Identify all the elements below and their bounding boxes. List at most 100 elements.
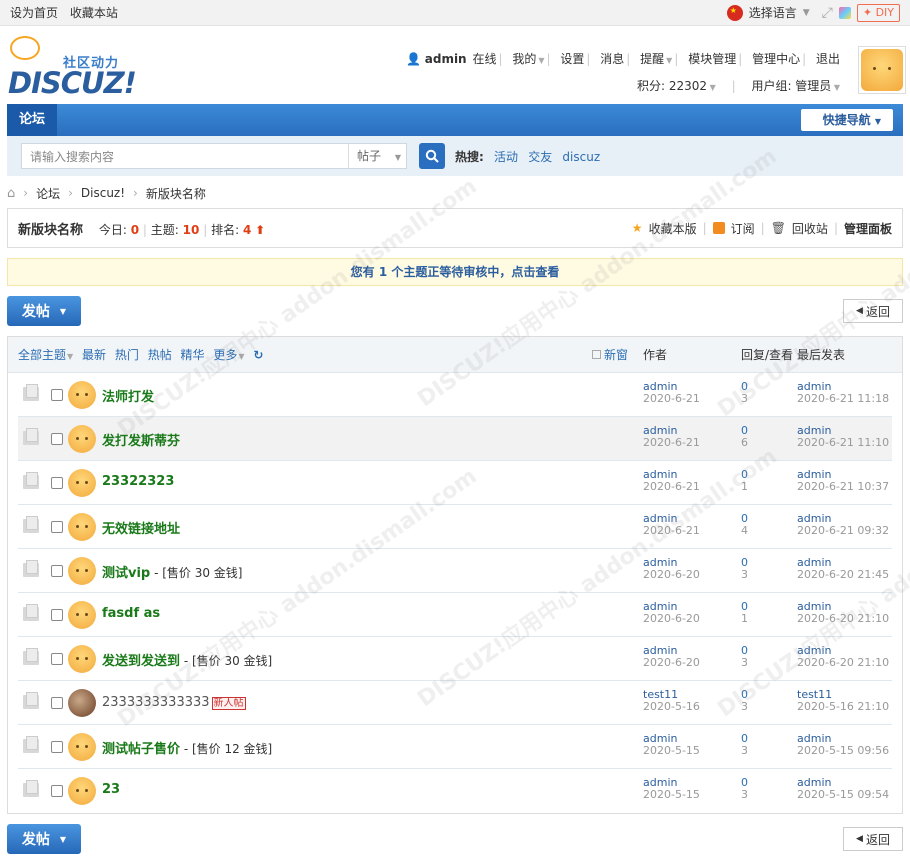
last-post-time[interactable]: 2020-6-21 11:18 <box>797 393 889 405</box>
thread-checkbox[interactable] <box>51 653 63 665</box>
user-avatar[interactable] <box>858 46 906 94</box>
thread-row[interactable]: 测试帖子售价 - [售价 12 金钱] admin 2020-5-15 0 3 admin… <box>18 725 892 769</box>
last-post-time[interactable]: 2020-6-21 10:37 <box>797 481 889 493</box>
breadcrumb-item[interactable]: 新版块名称 <box>146 185 206 202</box>
recycle-bin-link[interactable]: 回收站 <box>792 220 828 237</box>
discuz-logo[interactable]: 社区动力 DISCUZ! <box>8 36 138 100</box>
new-post-button[interactable]: 发帖 ▼ <box>7 296 81 326</box>
admin-center-link[interactable]: 管理中心 <box>752 52 800 66</box>
last-post-time[interactable]: 2020-5-16 21:10 <box>797 701 889 713</box>
thread-author-avatar[interactable] <box>68 425 96 453</box>
remind-link[interactable]: 提醒 <box>640 52 664 66</box>
last-post-time[interactable]: 2020-6-20 21:45 <box>797 569 889 581</box>
thread-row[interactable]: 无效链接地址 admin 2020-6-21 0 4 admin 2020-6-21 09:… <box>18 505 892 549</box>
thread-author-avatar[interactable] <box>68 777 96 805</box>
breadcrumb-item[interactable]: Discuz! <box>81 186 125 200</box>
fullscreen-icon[interactable]: ⤢ <box>822 5 833 21</box>
thread-row[interactable]: 发打发斯蒂芬 admin 2020-6-21 0 6 admin 2020-6-21 11:… <box>18 417 892 461</box>
back-button[interactable]: ◀ 返回 <box>843 299 903 323</box>
thread-title[interactable]: 2333333333333 新人帖 <box>102 694 246 710</box>
hot-search-item[interactable]: 活动 <box>494 150 518 164</box>
filter-more[interactable]: 更多 <box>213 348 237 362</box>
thread-checkbox[interactable] <box>51 477 63 489</box>
search-button[interactable] <box>419 143 445 169</box>
thread-row[interactable]: 2333333333333 新人帖 test11 2020-5-16 0 3 test11 2… <box>18 681 892 725</box>
thread-checkbox[interactable] <box>51 565 63 577</box>
subscribe-link[interactable]: 订阅 <box>731 220 755 237</box>
new-window-toggle[interactable]: 新窗 <box>592 346 628 363</box>
thread-author-avatar[interactable] <box>68 557 96 585</box>
thread-title[interactable]: 发打发斯蒂芬 <box>102 430 180 449</box>
thread-row[interactable]: 23 admin 2020-5-15 0 3 admin 2020-5-15 09:54 <box>18 769 892 813</box>
filter-all[interactable]: 全部主题 <box>18 348 66 362</box>
thread-title[interactable]: 23322323 <box>102 474 174 489</box>
thread-row[interactable]: 23322323 admin 2020-6-21 0 1 admin 2020-6-21 1… <box>18 461 892 505</box>
breadcrumb-item[interactable]: 论坛 <box>36 185 60 202</box>
last-post-time[interactable]: 2020-6-21 11:10 <box>797 437 889 449</box>
username-link[interactable]: admin <box>425 52 467 66</box>
search-input[interactable]: 请输入搜索内容 <box>22 148 348 165</box>
thread-title-text[interactable]: 发打发斯蒂芬 <box>102 434 180 449</box>
hot-search-item[interactable]: discuz <box>562 150 600 164</box>
filter-hot[interactable]: 热门 <box>115 348 139 362</box>
new-post-button[interactable]: 发帖 ▼ <box>7 824 81 854</box>
search-type-select[interactable]: 帖子 ▼ <box>348 144 406 168</box>
thread-checkbox[interactable] <box>51 433 63 445</box>
style-icon[interactable] <box>838 6 851 19</box>
thread-row[interactable]: 发送到发送到 - [售价 30 金钱] admin 2020-6-20 0 3 admin… <box>18 637 892 681</box>
thread-title-text[interactable]: 法师打发 <box>102 390 154 405</box>
thread-title-text[interactable]: 23 <box>102 782 120 797</box>
logout-link[interactable]: 退出 <box>816 52 840 66</box>
thread-author-avatar[interactable] <box>68 689 96 717</box>
filter-latest[interactable]: 最新 <box>82 348 106 362</box>
thread-title[interactable]: 无效链接地址 <box>102 518 180 537</box>
thread-title[interactable]: 法师打发 <box>102 386 154 405</box>
back-button[interactable]: ◀ 返回 <box>843 827 903 851</box>
thread-checkbox[interactable] <box>51 697 63 709</box>
thread-title-text[interactable]: 测试帖子售价 <box>102 742 180 757</box>
messages-link[interactable]: 消息 <box>600 52 624 66</box>
hot-search-item[interactable]: 交友 <box>528 150 552 164</box>
thread-title-text[interactable]: fasdf as <box>102 606 160 621</box>
filter-hotpost[interactable]: 热帖 <box>148 348 172 362</box>
usergroup-menu[interactable]: 用户组: 管理员 <box>751 79 831 93</box>
thread-title[interactable]: 23 <box>102 782 120 797</box>
filter-digest[interactable]: 精华 <box>181 348 205 362</box>
thread-title[interactable]: 测试帖子售价 - [售价 12 金钱] <box>102 738 272 757</box>
mine-menu[interactable]: 我的 <box>512 52 536 66</box>
thread-author-avatar[interactable] <box>68 381 96 409</box>
thread-row[interactable]: 测试vip - [售价 30 金钱] admin 2020-6-20 0 3 admin 2… <box>18 549 892 593</box>
last-post-time[interactable]: 2020-6-21 09:32 <box>797 525 889 537</box>
thread-title[interactable]: 测试vip - [售价 30 金钱] <box>102 562 242 581</box>
thread-checkbox[interactable] <box>51 785 63 797</box>
thread-checkbox[interactable] <box>51 741 63 753</box>
thread-title[interactable]: fasdf as <box>102 606 160 621</box>
thread-row[interactable]: fasdf as admin 2020-6-20 0 1 admin 2020-6-20 2… <box>18 593 892 637</box>
moderation-notice[interactable]: 您有 1 个主题正等待审核中，点击查看 <box>7 258 903 286</box>
set-home-link[interactable]: 设为首页 <box>10 6 58 20</box>
bookmark-link[interactable]: 收藏本站 <box>70 6 118 20</box>
home-icon[interactable]: ⌂ <box>7 186 15 201</box>
quick-nav-button[interactable]: 快捷导航 ▼ <box>800 109 893 131</box>
last-post-time[interactable]: 2020-6-20 21:10 <box>797 613 889 625</box>
manage-panel-link[interactable]: 管理面板 <box>844 220 892 237</box>
thread-title-text[interactable]: 测试vip <box>102 566 150 581</box>
thread-title-text[interactable]: 23322323 <box>102 474 174 489</box>
thread-author-avatar[interactable] <box>68 733 96 761</box>
thread-checkbox[interactable] <box>51 521 63 533</box>
thread-title-text[interactable]: 发送到发送到 <box>102 654 180 669</box>
diy-button[interactable]: ✦ DIY <box>856 3 900 22</box>
block-mgmt-link[interactable]: 模块管理 <box>688 52 736 66</box>
thread-author-avatar[interactable] <box>68 513 96 541</box>
language-select[interactable]: 选择语言 <box>749 4 797 21</box>
thread-author-avatar[interactable] <box>68 645 96 673</box>
last-post-time[interactable]: 2020-5-15 09:56 <box>797 745 889 757</box>
nav-tab-forum[interactable]: 论坛 <box>7 104 58 136</box>
thread-author-avatar[interactable] <box>68 469 96 497</box>
thread-title-text[interactable]: 无效链接地址 <box>102 522 180 537</box>
thread-author-avatar[interactable] <box>68 601 96 629</box>
refresh-icon[interactable]: ↻ <box>253 348 263 362</box>
points-menu[interactable]: 积分: 22302 <box>637 79 707 93</box>
favorite-forum-link[interactable]: 收藏本版 <box>649 220 697 237</box>
thread-title[interactable]: 发送到发送到 - [售价 30 金钱] <box>102 650 272 669</box>
